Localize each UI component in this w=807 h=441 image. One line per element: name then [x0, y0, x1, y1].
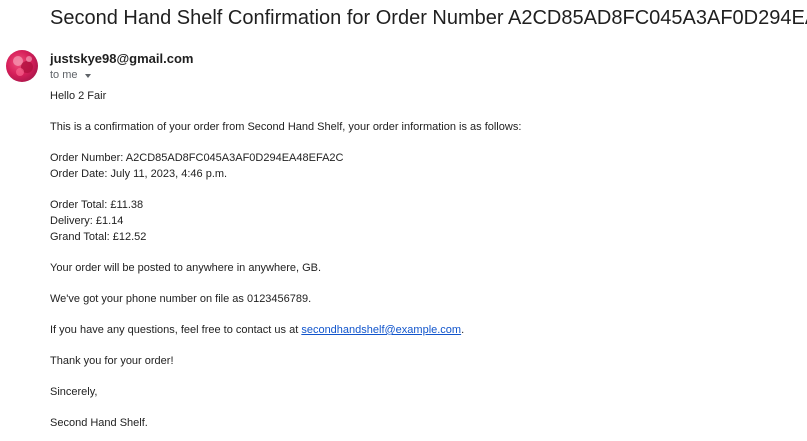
thanks-text: Thank you for your order! — [50, 355, 174, 367]
contact-prefix: If you have any questions, feel free to … — [50, 324, 302, 336]
chevron-down-icon — [84, 73, 91, 78]
contact-email-link[interactable]: secondhandshelf@example.com — [301, 324, 461, 336]
sender-avatar[interactable] — [6, 50, 38, 82]
contact-info: If you have any questions, feel free to … — [50, 322, 790, 338]
avatar-image — [13, 56, 33, 76]
shipping-info: Your order will be posted to anywhere in… — [50, 262, 322, 274]
recipient-label: to me — [50, 69, 78, 81]
order-number: Order Number: A2CD85AD8FC045A3AF0D294EA4… — [50, 152, 344, 164]
signature: Second Hand Shelf. — [50, 417, 148, 429]
email-body: Hello 2 Fair This is a confirmation of y… — [50, 88, 790, 431]
intro-text: This is a confirmation of your order fro… — [50, 121, 522, 133]
contact-suffix: . — [461, 324, 465, 336]
phone-info: We've got your phone number on file as 0… — [50, 293, 312, 305]
greeting: Hello 2 Fair — [50, 90, 107, 102]
delivery-cost: Delivery: £1.14 — [50, 215, 124, 227]
recipient-details-toggle[interactable]: to me — [50, 68, 91, 82]
email-subject: Second Hand Shelf Confirmation for Order… — [50, 7, 807, 29]
grand-total: Grand Total: £12.52 — [50, 231, 147, 243]
sign-off: Sincerely, — [50, 386, 98, 398]
order-date: Order Date: July 11, 2023, 4:46 p.m. — [50, 168, 228, 180]
order-total: Order Total: £11.38 — [50, 199, 144, 211]
sender-address[interactable]: justskye98@gmail.com — [50, 51, 193, 67]
